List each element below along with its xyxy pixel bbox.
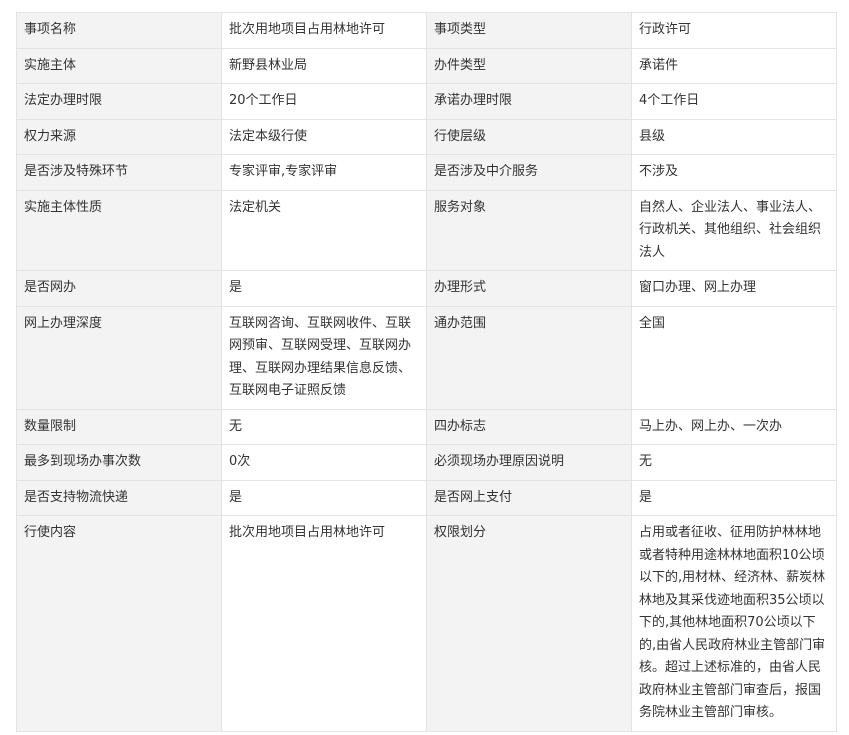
- field-label: 行使内容: [16, 515, 222, 732]
- table-row: 权力来源 法定本级行使 行使层级 县级: [16, 118, 837, 155]
- field-value: 承诺件: [631, 47, 837, 84]
- field-value: 专家评审,专家评审: [221, 154, 427, 191]
- field-value: 是: [221, 270, 427, 307]
- field-label: 实施主体性质: [16, 189, 222, 271]
- field-label: 办理形式: [426, 270, 632, 307]
- field-value: 占用或者征收、征用防护林林地或者特种用途林林地面积10公顷以下的,用材林、经济林…: [631, 515, 837, 732]
- field-label: 实施主体: [16, 47, 222, 84]
- field-value: 窗口办理、网上办理: [631, 270, 837, 307]
- table-row: 是否网办 是 办理形式 窗口办理、网上办理: [16, 270, 837, 307]
- field-value: 互联网咨询、互联网收件、互联网预审、互联网受理、互联网办理、互联网办理结果信息反…: [221, 305, 427, 410]
- field-value: 自然人、企业法人、事业法人、行政机关、其他组织、社会组织法人: [631, 189, 837, 271]
- field-value: 是: [221, 479, 427, 516]
- table-row: 网上办理深度 互联网咨询、互联网收件、互联网预审、互联网受理、互联网办理、互联网…: [16, 305, 837, 410]
- field-value: 20个工作日: [221, 83, 427, 120]
- field-value: 新野县林业局: [221, 47, 427, 84]
- field-value: 法定本级行使: [221, 118, 427, 155]
- field-label: 数量限制: [16, 408, 222, 445]
- field-value: 马上办、网上办、一次办: [631, 408, 837, 445]
- field-value: 是: [631, 479, 837, 516]
- field-value: 行政许可: [631, 12, 837, 49]
- field-value: 无: [631, 444, 837, 481]
- field-label: 事项类型: [426, 12, 632, 49]
- field-value: 无: [221, 408, 427, 445]
- field-value: 法定机关: [221, 189, 427, 271]
- field-value: 批次用地项目占用林地许可: [221, 515, 427, 732]
- field-label: 权力来源: [16, 118, 222, 155]
- field-value: 不涉及: [631, 154, 837, 191]
- table-row: 事项名称 批次用地项目占用林地许可 事项类型 行政许可: [16, 12, 837, 49]
- field-label: 事项名称: [16, 12, 222, 49]
- table-row: 行使内容 批次用地项目占用林地许可 权限划分 占用或者征收、征用防护林林地或者特…: [16, 515, 837, 732]
- field-label: 网上办理深度: [16, 305, 222, 410]
- table-row: 实施主体性质 法定机关 服务对象 自然人、企业法人、事业法人、行政机关、其他组织…: [16, 189, 837, 271]
- field-label: 服务对象: [426, 189, 632, 271]
- field-label: 是否支持物流快递: [16, 479, 222, 516]
- field-value: 4个工作日: [631, 83, 837, 120]
- matter-info-table: 事项名称 批次用地项目占用林地许可 事项类型 行政许可 实施主体 新野县林业局 …: [16, 12, 837, 732]
- table-row: 实施主体 新野县林业局 办件类型 承诺件: [16, 47, 837, 84]
- field-label: 是否网办: [16, 270, 222, 307]
- field-value: 0次: [221, 444, 427, 481]
- field-label: 必须现场办理原因说明: [426, 444, 632, 481]
- table-row: 最多到现场办事次数 0次 必须现场办理原因说明 无: [16, 444, 837, 481]
- field-value: 全国: [631, 305, 837, 410]
- table-row: 是否支持物流快递 是 是否网上支付 是: [16, 479, 837, 516]
- field-label: 办件类型: [426, 47, 632, 84]
- field-value: 批次用地项目占用林地许可: [221, 12, 427, 49]
- field-label: 是否涉及特殊环节: [16, 154, 222, 191]
- field-label: 法定办理时限: [16, 83, 222, 120]
- table-row: 数量限制 无 四办标志 马上办、网上办、一次办: [16, 408, 837, 445]
- field-label: 行使层级: [426, 118, 632, 155]
- field-label: 是否网上支付: [426, 479, 632, 516]
- field-label: 通办范围: [426, 305, 632, 410]
- field-label: 最多到现场办事次数: [16, 444, 222, 481]
- field-label: 四办标志: [426, 408, 632, 445]
- field-label: 承诺办理时限: [426, 83, 632, 120]
- field-label: 是否涉及中介服务: [426, 154, 632, 191]
- field-label: 权限划分: [426, 515, 632, 732]
- field-value: 县级: [631, 118, 837, 155]
- table-row: 是否涉及特殊环节 专家评审,专家评审 是否涉及中介服务 不涉及: [16, 154, 837, 191]
- table-row: 法定办理时限 20个工作日 承诺办理时限 4个工作日: [16, 83, 837, 120]
